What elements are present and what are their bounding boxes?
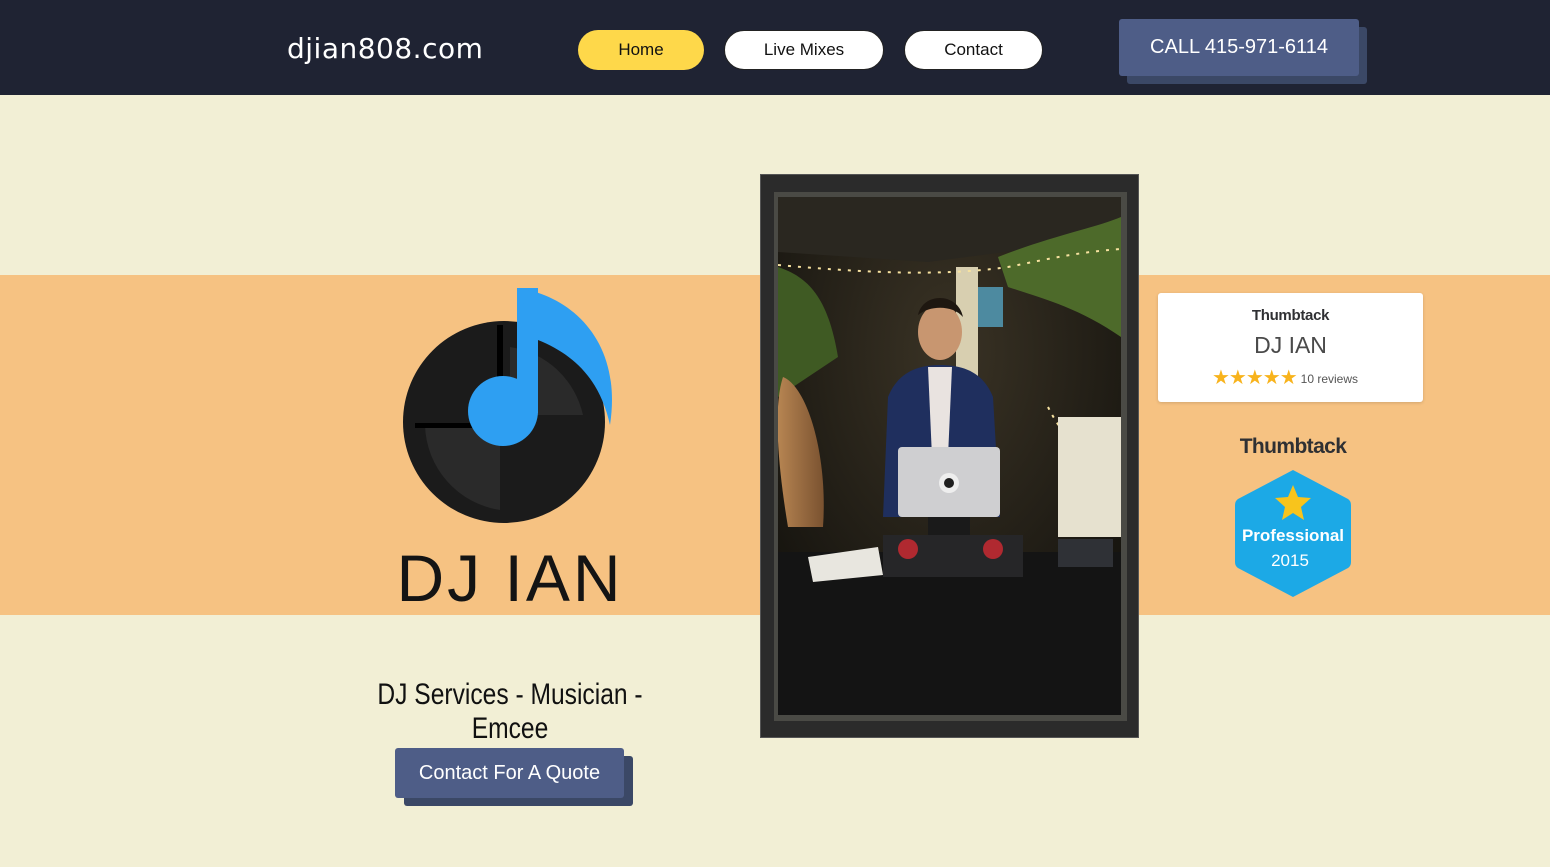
quote-button-wrapper: Contact For A Quote (395, 748, 633, 806)
nav-live-mixes-button[interactable]: Live Mixes (724, 30, 884, 70)
star-rating-icon: ★★★★★ (1212, 367, 1298, 389)
call-button[interactable]: CALL 415-971-6114 (1119, 19, 1359, 76)
thumbtack-rating: ★★★★★ 10 reviews (1212, 365, 1358, 390)
tagline: DJ Services - Musician - Emcee (377, 678, 643, 745)
thumbtack-logo-text: Thumbtack (1251, 307, 1330, 324)
contact-for-quote-button[interactable]: Contact For A Quote (395, 748, 624, 798)
dj-photo-frame (760, 174, 1139, 738)
badge-title: Professional (1241, 526, 1345, 545)
site-header: djian808.com Home Live Mixes Contact CAL… (0, 0, 1550, 95)
thumbtack-badge-logo-text: Thumbtack (1239, 435, 1347, 458)
nav-contact-button[interactable]: Contact (904, 30, 1043, 70)
review-count: 10 reviews (1300, 372, 1359, 386)
logo-text: DJ IAN (396, 541, 624, 615)
site-title[interactable]: djian808.com (287, 32, 483, 65)
call-button-wrapper: CALL 415-971-6114 (1119, 19, 1367, 84)
thumbtack-pro-name: DJ IAN (1254, 332, 1327, 358)
thumbtack-review-card[interactable]: Thumbtack DJ IAN ★★★★★ 10 reviews (1158, 293, 1423, 402)
dj-photo-mat (774, 192, 1127, 721)
nav-home-button[interactable]: Home (578, 30, 704, 70)
dj-photo (778, 197, 1121, 715)
badge-year: 2015 (1271, 551, 1309, 570)
